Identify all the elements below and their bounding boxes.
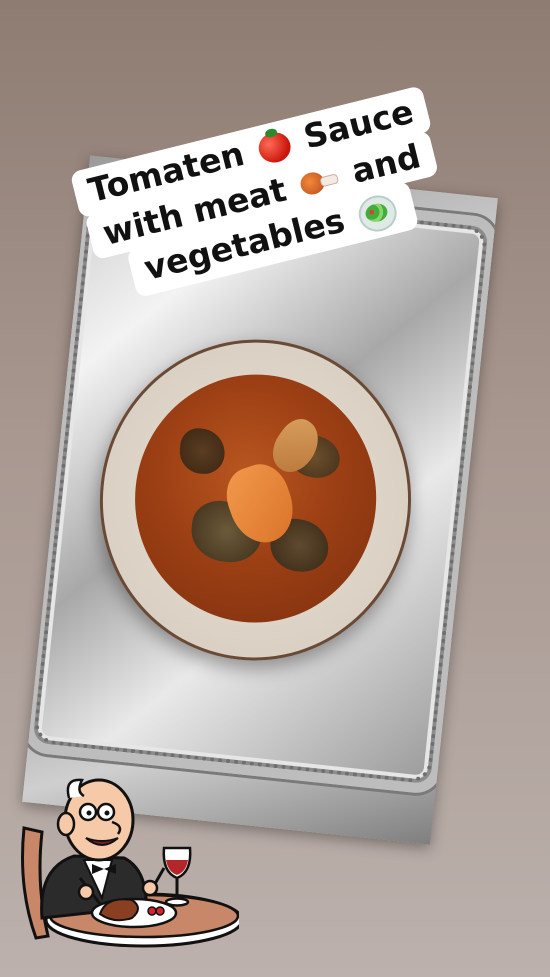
meat-chunk xyxy=(177,426,228,476)
green-salad-icon xyxy=(355,191,401,236)
diner-chef-icon xyxy=(14,768,244,958)
tomato-stew xyxy=(122,362,389,635)
tomato-icon xyxy=(255,128,294,166)
meat-on-bone-icon xyxy=(298,165,341,199)
